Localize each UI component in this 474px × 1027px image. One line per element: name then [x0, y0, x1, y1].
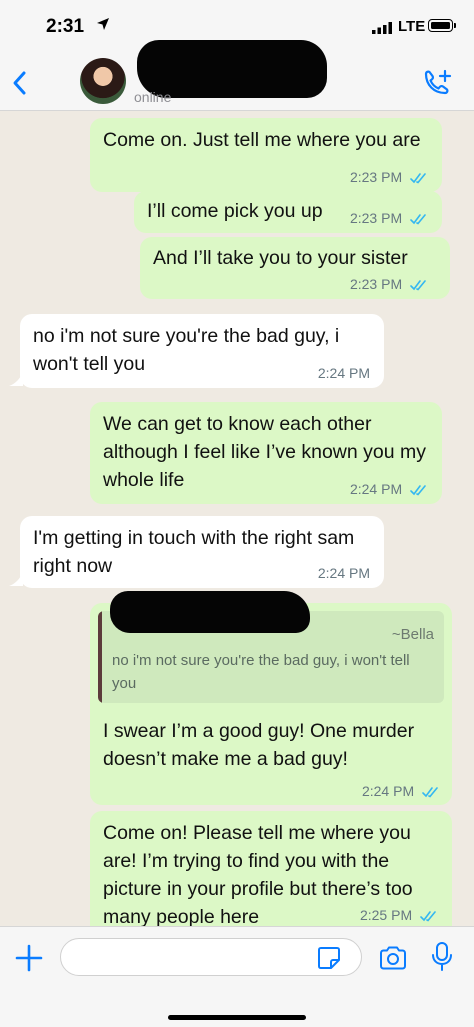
- plus-icon[interactable]: [14, 943, 44, 973]
- double-check-icon: [410, 213, 426, 225]
- message-meta: 2:25 PM: [360, 907, 438, 923]
- double-check-icon: [410, 279, 426, 291]
- add-call-icon[interactable]: [420, 68, 454, 102]
- bubble-tail: [9, 372, 23, 386]
- message-text: I swear I’m a good guy! One murder doesn…: [103, 720, 415, 770]
- quote-text: no i'm not sure you're the bad guy, i wo…: [112, 652, 410, 692]
- message-meta: 2:24 PM: [350, 481, 428, 497]
- incoming-message[interactable]: I'm getting in touch with the right sam …: [20, 516, 384, 588]
- chat-area[interactable]: Come on. Just tell me where you are 2:23…: [0, 111, 474, 926]
- outgoing-message[interactable]: I’ll come pick you up 2:23 PM: [134, 191, 442, 233]
- sticker-icon[interactable]: [316, 945, 342, 971]
- message-time: 2:24 PM: [361, 783, 415, 799]
- message-meta: 2:23 PM: [350, 276, 428, 292]
- message-meta: 2:23 PM: [350, 210, 428, 226]
- incoming-message[interactable]: no i'm not sure you're the bad guy, i wo…: [20, 314, 384, 388]
- chat-header: online: [0, 40, 474, 111]
- double-check-icon: [420, 910, 436, 922]
- message-time: 2:25 PM: [359, 907, 413, 923]
- message-text: no i'm not sure you're the bad guy, i wo…: [33, 325, 340, 375]
- battery-icon: [428, 19, 453, 32]
- message-meta: 2:24 PM: [318, 565, 370, 581]
- microphone-icon[interactable]: [430, 941, 454, 973]
- message-time: 2:24 PM: [349, 481, 403, 497]
- double-check-icon: [410, 484, 426, 496]
- message-text: Come on. Just tell me where you are: [103, 129, 421, 151]
- message-time: 2:23 PM: [349, 210, 403, 226]
- back-chevron-icon[interactable]: [8, 68, 34, 98]
- outgoing-message[interactable]: And I’ll take you to your sister 2:23 PM: [140, 237, 450, 299]
- outgoing-message[interactable]: We can get to know each other although I…: [90, 402, 442, 504]
- camera-icon[interactable]: [378, 945, 408, 971]
- input-bar: [0, 926, 474, 1027]
- quote-sender: ~Bella: [391, 626, 434, 643]
- double-check-icon: [422, 786, 438, 798]
- message-time: 2:23 PM: [349, 276, 403, 292]
- outgoing-message[interactable]: Come on. Just tell me where you are 2:23…: [90, 118, 442, 192]
- message-meta: 2:23 PM: [350, 169, 428, 185]
- network-type: LTE: [398, 18, 426, 35]
- message-text: And I’ll take you to your sister: [153, 247, 408, 269]
- home-indicator: [168, 1015, 306, 1020]
- redacted-quote-author: [110, 591, 310, 633]
- status-time: 2:31: [46, 16, 85, 37]
- double-check-icon: [410, 172, 426, 184]
- quote-bar: [98, 611, 102, 703]
- signal-icon: [372, 22, 392, 34]
- contact-status: online: [134, 89, 172, 105]
- outgoing-message[interactable]: Come on! Please tell me where you are! I…: [90, 811, 452, 926]
- message-meta: 2:24 PM: [362, 783, 440, 799]
- contact-avatar[interactable]: [80, 58, 126, 104]
- battery-tip: [454, 23, 456, 28]
- message-text: I'm getting in touch with the right sam …: [33, 527, 355, 577]
- message-time: 2:23 PM: [349, 169, 403, 185]
- bubble-tail: [9, 572, 23, 586]
- reply-message[interactable]: ~Bella no i'm not sure you're the bad gu…: [90, 591, 452, 805]
- message-time: 2:24 PM: [317, 565, 370, 581]
- message-time: 2:24 PM: [317, 365, 370, 381]
- location-arrow-icon: [97, 18, 109, 30]
- message-meta: 2:24 PM: [318, 365, 370, 381]
